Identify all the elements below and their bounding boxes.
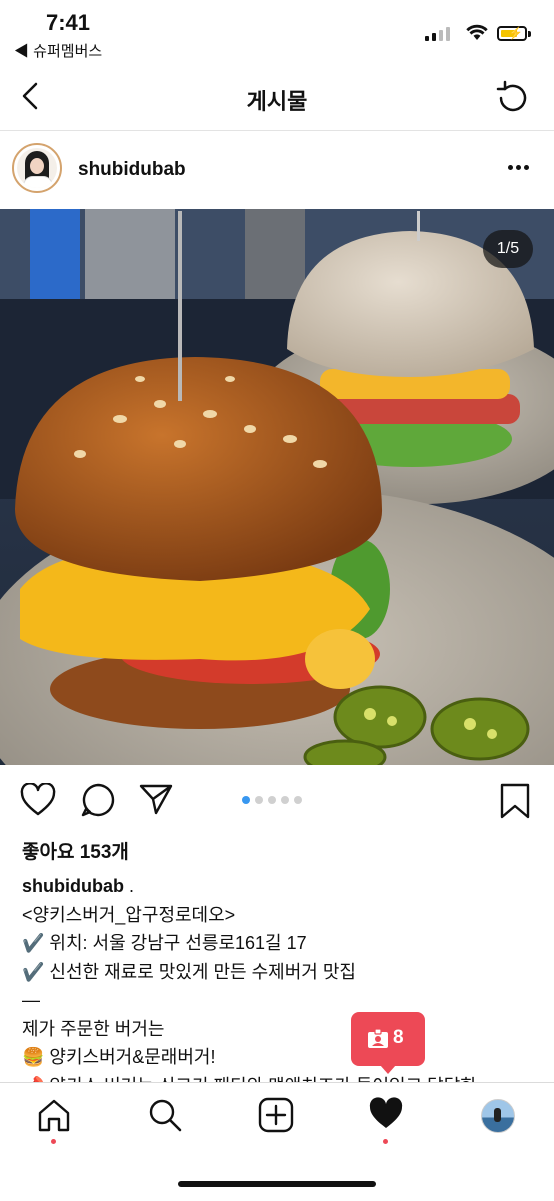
- post-caption: shubidubab . <양키스버거_압구정로데오> ✔️ 위치: 서울 강남…: [22, 872, 542, 1100]
- caption-line: 제가 주문한 버거는: [22, 1018, 165, 1039]
- author-username[interactable]: shubidubab: [78, 159, 186, 181]
- tab-profile[interactable]: [481, 1099, 515, 1133]
- heart-filled-icon: [369, 1097, 403, 1128]
- back-to-app-link[interactable]: ◀ 슈퍼멤버스: [14, 40, 102, 61]
- caption-line: <양키스버거_압구정로데오>: [22, 904, 236, 925]
- caption-line: ✔️ 신선한 재료로 맛있게 만든 수제버거 맛집: [22, 961, 356, 982]
- like-count[interactable]: 좋아요 153개: [22, 837, 129, 864]
- add-post-icon: [258, 1097, 294, 1133]
- caption-line: 🍔 양키스버거&문래버거!: [22, 1047, 216, 1067]
- tab-home[interactable]: [36, 1097, 72, 1144]
- nav-header: 게시물: [0, 62, 554, 131]
- home-indicator: [178, 1181, 376, 1187]
- notification-count: 8: [393, 1027, 404, 1048]
- burger-photo-illustration: [0, 209, 554, 765]
- home-icon: [38, 1099, 70, 1132]
- cellular-signal-icon: [425, 27, 450, 41]
- more-options-icon[interactable]: [508, 165, 529, 170]
- activity-notification-bubble[interactable]: 8: [351, 1012, 425, 1074]
- refresh-icon[interactable]: [492, 78, 532, 118]
- profile-avatar: [481, 1099, 515, 1133]
- carousel-indicator: [242, 796, 302, 804]
- caption-line: —: [22, 990, 40, 1010]
- tab-new-post[interactable]: [258, 1097, 294, 1138]
- image-counter-badge: 1/5: [483, 230, 533, 268]
- heart-outline-icon[interactable]: [20, 783, 56, 817]
- status-bar: 7:41 ◀ 슈퍼멤버스 ⚡: [0, 0, 554, 62]
- post-action-bar: [0, 778, 554, 824]
- caption-line: ✔️ 위치: 서울 강남구 선릉로161길 17: [22, 933, 307, 953]
- share-direct-icon[interactable]: [138, 782, 174, 816]
- tab-search[interactable]: [147, 1097, 183, 1138]
- post-photo[interactable]: [0, 209, 554, 765]
- comment-icon[interactable]: [80, 782, 116, 818]
- wifi-icon: [466, 24, 488, 40]
- follower-badge-icon: [368, 1028, 388, 1048]
- page-title: 게시물: [246, 89, 308, 114]
- caption-username[interactable]: shubidubab: [22, 876, 124, 896]
- clock: 7:41: [46, 10, 91, 35]
- author-avatar[interactable]: [12, 143, 62, 193]
- bookmark-icon[interactable]: [498, 782, 532, 820]
- post-author-row: shubidubab: [0, 131, 554, 209]
- tab-activity[interactable]: [368, 1097, 404, 1144]
- battery-icon: ⚡: [497, 26, 531, 41]
- search-icon: [149, 1099, 182, 1132]
